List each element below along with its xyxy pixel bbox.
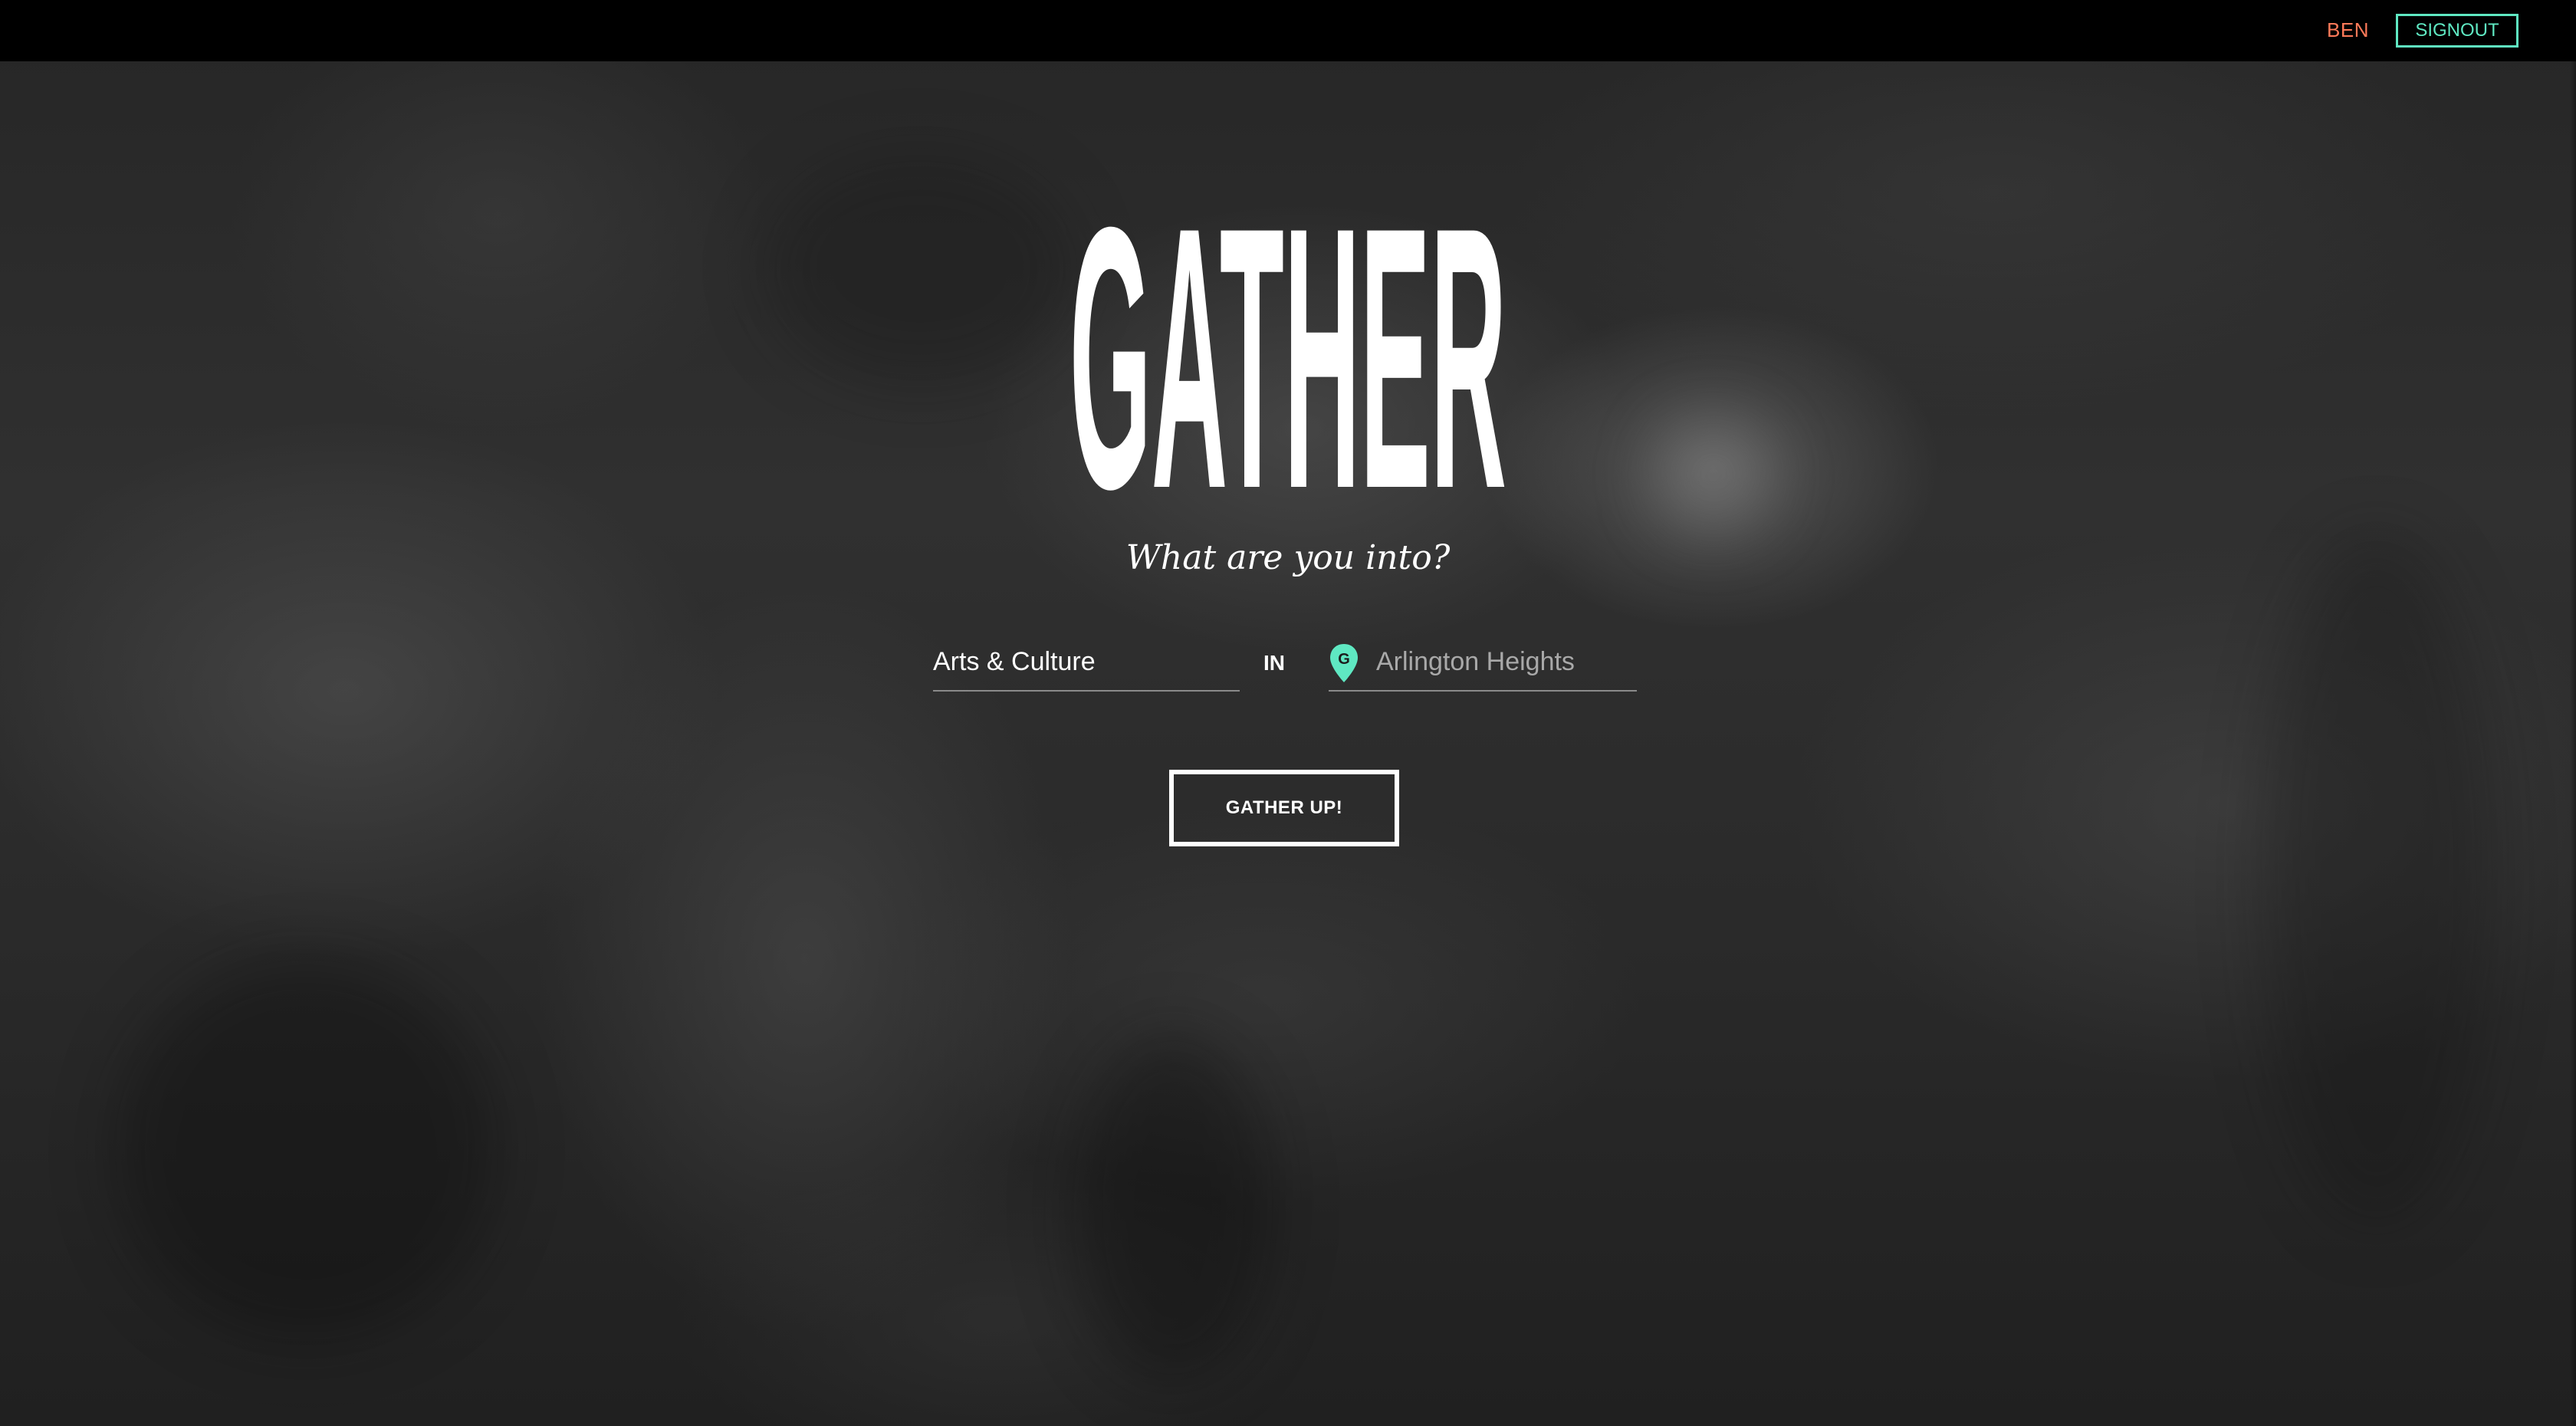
top-navigation-bar: BEN SIGNOUT [0, 0, 2576, 61]
in-connector-label: IN [1263, 651, 1285, 675]
background-blur-spot [2262, 537, 2492, 1227]
page-edge-shadow [2570, 61, 2576, 1426]
interest-input[interactable] [933, 636, 1240, 687]
tagline: What are you into? [1125, 538, 1451, 577]
map-pin-icon: G [1329, 642, 1359, 684]
location-field: G [1329, 636, 1637, 692]
background-blur-spot [1656, 418, 1771, 533]
interest-field [933, 636, 1240, 692]
background-blur-spot [115, 958, 498, 1342]
signout-button[interactable]: SIGNOUT [2396, 14, 2518, 48]
gather-logo: GATHER [1027, 150, 1549, 567]
gather-logo-wordmark: GATHER [1070, 150, 1506, 567]
logo-text: GATHER [1070, 184, 1506, 506]
user-name-link[interactable]: BEN [2327, 18, 2369, 41]
location-input[interactable] [1329, 636, 1637, 687]
background-blur-spot [1073, 1035, 1273, 1380]
map-pin-letter: G [1338, 651, 1350, 668]
gather-up-button[interactable]: GATHER UP! [1169, 770, 1399, 846]
